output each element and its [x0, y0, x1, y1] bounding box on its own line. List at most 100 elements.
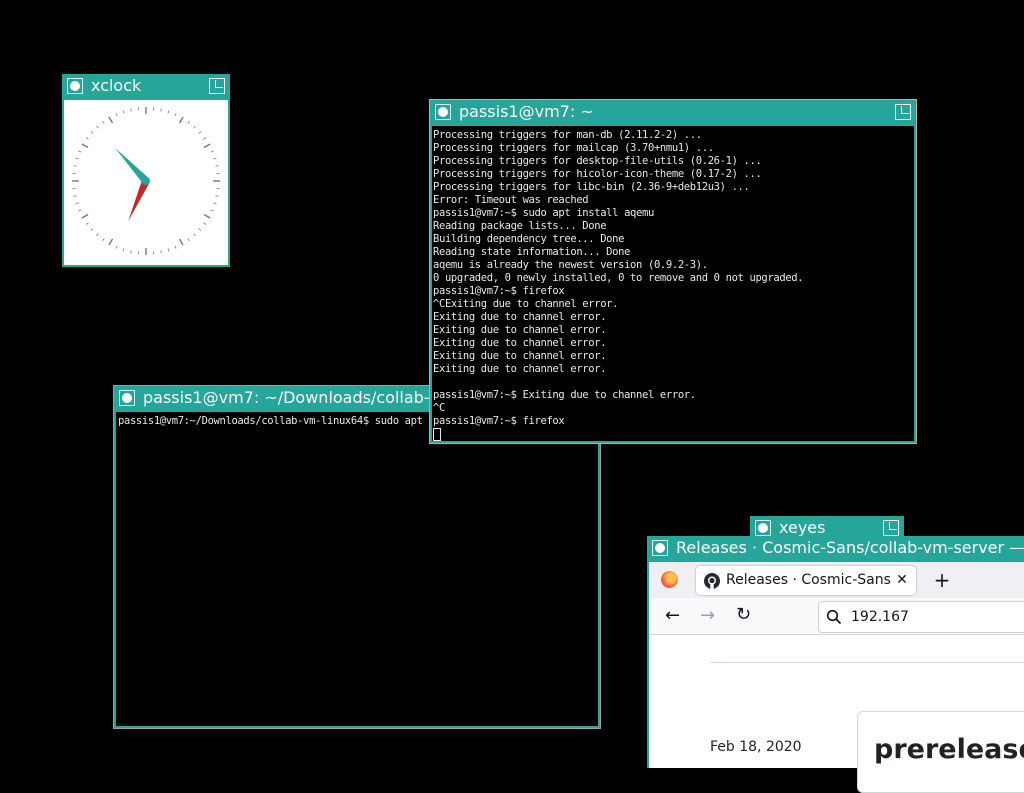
tab-label: Releases · Cosmic-Sans/collab-vm-server — [726, 566, 891, 595]
reload-icon[interactable]: ↻ — [736, 604, 751, 625]
clock-tick — [214, 158, 217, 159]
clock-tick — [203, 223, 205, 225]
clock-tick — [194, 234, 196, 236]
terminal-main-output[interactable]: Processing triggers for man-db (2.11.2-2… — [432, 126, 914, 441]
forward-arrow-icon[interactable]: → — [700, 605, 715, 626]
firefox-titlebar[interactable]: Releases · Cosmic-Sans/collab-vm-server … — [647, 536, 1024, 560]
clock-tick — [109, 117, 113, 123]
terminal-line: Error: Timeout was reached — [433, 194, 914, 207]
clock-tick — [123, 249, 124, 252]
clock-tick — [203, 138, 205, 140]
clock-tick — [116, 246, 117, 249]
terminal-line: Exiting due to channel error. — [433, 311, 914, 324]
maximize-icon[interactable] — [209, 78, 225, 94]
clock-tick — [116, 113, 117, 116]
terminal-line: 0 upgraded, 0 newly installed, 0 to remo… — [433, 272, 914, 285]
clock-tick — [76, 158, 79, 159]
terminal-line: aqemu is already the newest version (0.9… — [433, 259, 914, 272]
terminal-line: Processing triggers for desktop-file-uti… — [433, 155, 914, 168]
maximize-icon[interactable] — [895, 104, 911, 120]
xclock-titlebar[interactable]: xclock — [62, 74, 230, 98]
terminal-main-titlebar[interactable]: passis1@vm7: ~ — [430, 100, 916, 124]
clock-tick — [214, 203, 217, 204]
clock-tick — [91, 131, 93, 133]
firefox-navbar: ← → ↻ 192.167 — [649, 598, 1024, 635]
tab-close-icon[interactable]: ✕ — [894, 572, 910, 588]
clock-tick — [161, 109, 162, 112]
search-icon — [826, 609, 842, 625]
clock-tick — [188, 121, 190, 123]
clock-tick — [103, 238, 105, 240]
release-card: prerelease — [857, 711, 1024, 793]
clock-tick — [78, 210, 81, 211]
window-menu-icon[interactable] — [67, 78, 83, 94]
clock-tick — [78, 151, 81, 152]
terminal-line: Processing triggers for man-db (2.11.2-2… — [433, 129, 914, 142]
firefox-tabbar: Releases · Cosmic-Sans/collab-vm-server … — [649, 562, 1024, 598]
clock-tick — [175, 113, 176, 116]
clock-tick — [211, 151, 214, 152]
window-menu-icon[interactable] — [119, 390, 135, 406]
window-menu-icon[interactable] — [755, 520, 771, 536]
clock-tick — [123, 111, 124, 114]
release-date: Feb 18, 2020 — [710, 739, 802, 755]
terminal-main-window[interactable]: passis1@vm7: ~ Processing triggers for m… — [429, 99, 917, 444]
terminal-line: Reading package lists... Done — [433, 220, 914, 233]
clock-tick — [96, 234, 98, 236]
clock-tick — [74, 166, 77, 167]
terminal-line: passis1@vm7:~$ Exiting due to channel er… — [433, 389, 914, 402]
terminal-line: ^CExiting due to channel error. — [433, 298, 914, 311]
terminal-line: Exiting due to channel error. — [433, 363, 914, 376]
clock-dial — [64, 100, 228, 265]
clock-tick — [86, 223, 88, 225]
clock-tick — [180, 117, 184, 123]
terminal-line: ^C — [433, 402, 914, 415]
firefox-window[interactable]: Releases · Cosmic-Sans/collab-vm-server … — [647, 536, 1024, 768]
tab-releases[interactable]: Releases · Cosmic-Sans/collab-vm-server … — [696, 566, 916, 595]
terminal-line: passis1@vm7:~$ sudo apt install aqemu — [433, 207, 914, 220]
terminal-line: passis1@vm7:~$ firefox — [433, 415, 914, 428]
terminal-downloads-output[interactable]: passis1@vm7:~/Downloads/collab-vm-linux6… — [116, 412, 598, 726]
window-menu-icon[interactable] — [435, 104, 451, 120]
terminal-line: Processing triggers for mailcap (3.70+nm… — [433, 142, 914, 155]
window-title: passis1@vm7: ~ — [459, 100, 594, 124]
firefox-view-icon[interactable] — [661, 571, 678, 588]
release-title[interactable]: prerelease — [874, 734, 1024, 765]
window-menu-icon[interactable] — [652, 540, 668, 556]
window-title: xclock — [91, 74, 141, 98]
clock-tick — [86, 138, 88, 140]
clock-face — [64, 100, 228, 265]
url-bar[interactable]: 192.167 — [818, 601, 1024, 633]
terminal-line: Processing triggers for hicolor-icon-the… — [433, 168, 914, 181]
terminal-line: Building dependency tree... Done — [433, 233, 914, 246]
terminal-line: passis1@vm7:~$ firefox — [433, 285, 914, 298]
clock-tick — [211, 210, 214, 211]
url-text: 192.167 — [851, 602, 909, 632]
clock-tick — [131, 250, 132, 253]
clock-tick — [82, 215, 88, 219]
clock-tick — [204, 144, 210, 148]
clock-tick — [215, 196, 218, 197]
terminal-line: Exiting due to channel error. — [433, 337, 914, 350]
terminal-line — [433, 376, 914, 389]
terminal-line: Reading state information... Done — [433, 246, 914, 259]
clock-tick — [204, 215, 210, 219]
new-tab-button[interactable]: + — [931, 566, 953, 594]
clock-tick — [91, 229, 93, 231]
clock-tick — [82, 144, 88, 148]
clock-tick — [188, 238, 190, 240]
xclock-window[interactable]: xclock — [62, 74, 230, 267]
clock-tick — [74, 196, 77, 197]
clock-tick — [168, 111, 169, 114]
terminal-line: Exiting due to channel error. — [433, 324, 914, 337]
clock-tick — [175, 246, 176, 249]
clock-tick — [76, 203, 79, 204]
clock-tick — [161, 250, 162, 253]
clock-tick — [109, 239, 113, 245]
clock-tick — [103, 121, 105, 123]
maximize-icon[interactable] — [883, 520, 899, 536]
clock-tick — [215, 166, 218, 167]
back-arrow-icon[interactable]: ← — [665, 605, 680, 626]
clock-tick — [131, 109, 132, 112]
clock-center — [142, 177, 150, 185]
